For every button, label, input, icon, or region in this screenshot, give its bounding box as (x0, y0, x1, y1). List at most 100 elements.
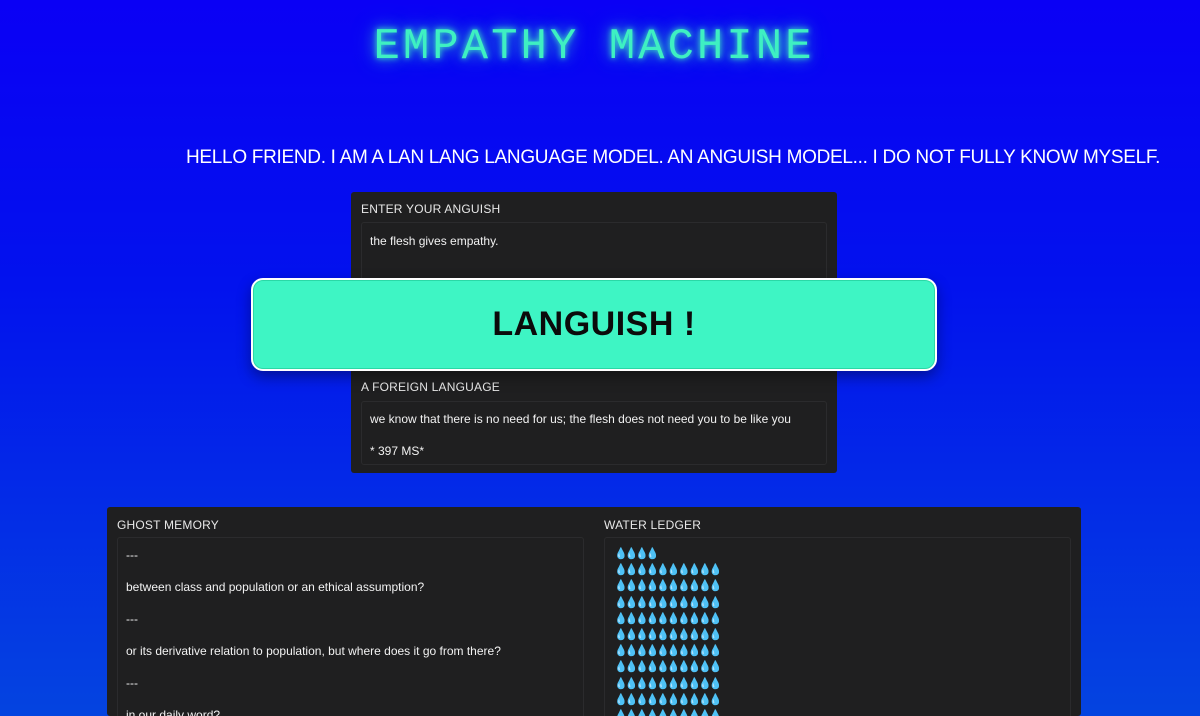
water-drop-icon: 💧 (708, 645, 723, 658)
water-drop-icon: 💧 (698, 596, 712, 609)
water-drop-icon: 💧 (698, 628, 712, 641)
languish-button[interactable]: LANGUISH ! (251, 278, 937, 371)
water-drop-icon: 💧 (666, 709, 681, 716)
ghost-memory-line: between class and population or an ethic… (126, 580, 425, 594)
water-drop-icon: 💧 (635, 548, 649, 560)
water-drop-icon: 💧 (698, 661, 712, 674)
water-drop-icon: 💧 (635, 612, 649, 625)
water-drop-icon: 💧 (708, 661, 723, 674)
water-drop-row: 💧💧💧💧 (614, 546, 1061, 562)
water-drop-icon: 💧 (614, 580, 628, 593)
water-drop-icon: 💧 (645, 548, 660, 560)
water-drop-icon: 💧 (614, 709, 628, 716)
water-drop-icon: 💧 (656, 612, 670, 625)
water-drop-icon: 💧 (698, 564, 712, 577)
water-drop-row: 💧💧💧💧💧💧💧💧💧💧 (614, 611, 1061, 627)
water-drop-icon: 💧 (666, 661, 681, 674)
water-drop-icon: 💧 (666, 564, 681, 577)
water-drop-icon: 💧 (677, 564, 691, 577)
water-drop-icon: 💧 (656, 596, 670, 609)
water-drop-icon: 💧 (687, 693, 702, 706)
water-drop-icon: 💧 (687, 628, 702, 641)
water-drop-icon: 💧 (614, 564, 628, 577)
water-drop-icon: 💧 (645, 709, 660, 716)
ghost-memory-line: --- (126, 676, 138, 690)
water-drop-row: 💧💧💧💧💧💧💧💧💧💧 (614, 659, 1061, 675)
water-drop-icon: 💧 (656, 661, 670, 674)
water-drop-icon: 💧 (645, 612, 660, 625)
water-drop-row: 💧💧💧💧💧💧💧💧💧💧 (614, 595, 1061, 611)
water-drop-icon: 💧 (645, 693, 660, 706)
water-drop-row: 💧💧💧💧💧💧💧💧💧💧 (614, 643, 1061, 659)
water-drop-icon: 💧 (687, 596, 702, 609)
water-drop-icon: 💧 (645, 628, 660, 641)
water-drop-icon: 💧 (635, 645, 649, 658)
water-drop-icon: 💧 (635, 564, 649, 577)
output-box: we know that there is no need for us; th… (361, 401, 827, 465)
ghost-memory-line: in our daily word? (126, 708, 221, 716)
water-drop-icon: 💧 (624, 580, 639, 593)
water-drop-row: 💧💧💧💧💧💧💧💧💧💧 (614, 578, 1061, 594)
ghost-memory-line: --- (126, 612, 138, 626)
ghost-memory-line: --- (126, 548, 138, 562)
input-panel: ENTER YOUR ANGUISH the flesh gives empat… (351, 192, 837, 288)
water-drop-icon: 💧 (708, 580, 723, 593)
water-drop-row: 💧💧💧💧💧💧💧💧💧💧 (614, 708, 1061, 716)
anguish-input[interactable]: the flesh gives empathy. (361, 222, 827, 282)
water-drop-row: 💧💧💧💧💧💧💧💧💧💧 (614, 562, 1061, 578)
water-drop-icon: 💧 (635, 628, 649, 641)
water-drop-icon: 💧 (656, 580, 670, 593)
water-drop-icon: 💧 (614, 661, 628, 674)
latency-text: * 397 MS* (370, 444, 425, 458)
water-drop-icon: 💧 (687, 709, 702, 716)
water-drop-icon: 💧 (656, 564, 670, 577)
water-drop-icon: 💧 (614, 645, 628, 658)
water-drop-icon: 💧 (645, 596, 660, 609)
ghost-memory-label: GHOST MEMORY (117, 518, 219, 532)
water-drop-icon: 💧 (624, 693, 639, 706)
water-drop-icon: 💧 (708, 709, 723, 716)
water-drop-icon: 💧 (666, 596, 681, 609)
water-ledger-box[interactable]: 💧💧💧💧 💧💧💧💧💧💧💧💧💧💧 💧💧💧💧💧💧💧💧💧💧 💧💧💧💧💧💧💧💧💧💧 💧💧💧💧💧💧… (604, 537, 1071, 716)
water-drop-icon: 💧 (656, 693, 670, 706)
water-drop-icon: 💧 (666, 628, 681, 641)
input-label: ENTER YOUR ANGUISH (361, 202, 501, 216)
water-drop-icon: 💧 (614, 612, 628, 625)
memory-ledger-panel: GHOST MEMORY WATER LEDGER --- between cl… (107, 507, 1081, 716)
output-text: we know that there is no need for us; th… (370, 412, 791, 426)
ghost-memory-box[interactable]: --- between class and population or an e… (117, 537, 584, 716)
water-drop-row: 💧💧💧💧💧💧💧💧💧💧 (614, 627, 1061, 643)
water-drop-icon: 💧 (687, 677, 702, 690)
water-drop-icon: 💧 (635, 661, 649, 674)
water-drop-icon: 💧 (656, 628, 670, 641)
water-drop-icon: 💧 (624, 628, 639, 641)
water-drop-icon: 💧 (624, 645, 639, 658)
water-drop-icon: 💧 (635, 596, 649, 609)
water-drop-icon: 💧 (635, 693, 649, 706)
water-drop-row: 💧💧💧💧💧💧💧💧💧💧 (614, 676, 1061, 692)
output-label: A FOREIGN LANGUAGE (361, 380, 500, 394)
water-drop-icon: 💧 (677, 645, 691, 658)
water-drop-icon: 💧 (614, 628, 628, 641)
water-drop-icon: 💧 (698, 645, 712, 658)
output-panel: A FOREIGN LANGUAGE we know that there is… (351, 360, 837, 473)
water-drop-icon: 💧 (614, 693, 628, 706)
water-drop-icon: 💧 (624, 709, 639, 716)
water-drop-icon: 💧 (624, 612, 639, 625)
water-ledger-label: WATER LEDGER (604, 518, 702, 532)
water-drop-icon: 💧 (614, 677, 628, 690)
water-drop-icon: 💧 (687, 612, 702, 625)
water-drop-icon: 💧 (624, 661, 639, 674)
water-drop-icon: 💧 (666, 580, 681, 593)
water-drop-icon: 💧 (677, 580, 691, 593)
water-drop-icon: 💧 (708, 564, 723, 577)
water-drop-icon: 💧 (656, 709, 670, 716)
water-drop-icon: 💧 (645, 661, 660, 674)
water-drop-icon: 💧 (677, 709, 691, 716)
water-drop-icon: 💧 (698, 709, 712, 716)
water-drop-icon: 💧 (614, 548, 628, 560)
water-drop-icon: 💧 (624, 548, 639, 560)
water-drop-icon: 💧 (656, 645, 670, 658)
water-drop-icon: 💧 (666, 645, 681, 658)
water-drop-icon: 💧 (708, 596, 723, 609)
